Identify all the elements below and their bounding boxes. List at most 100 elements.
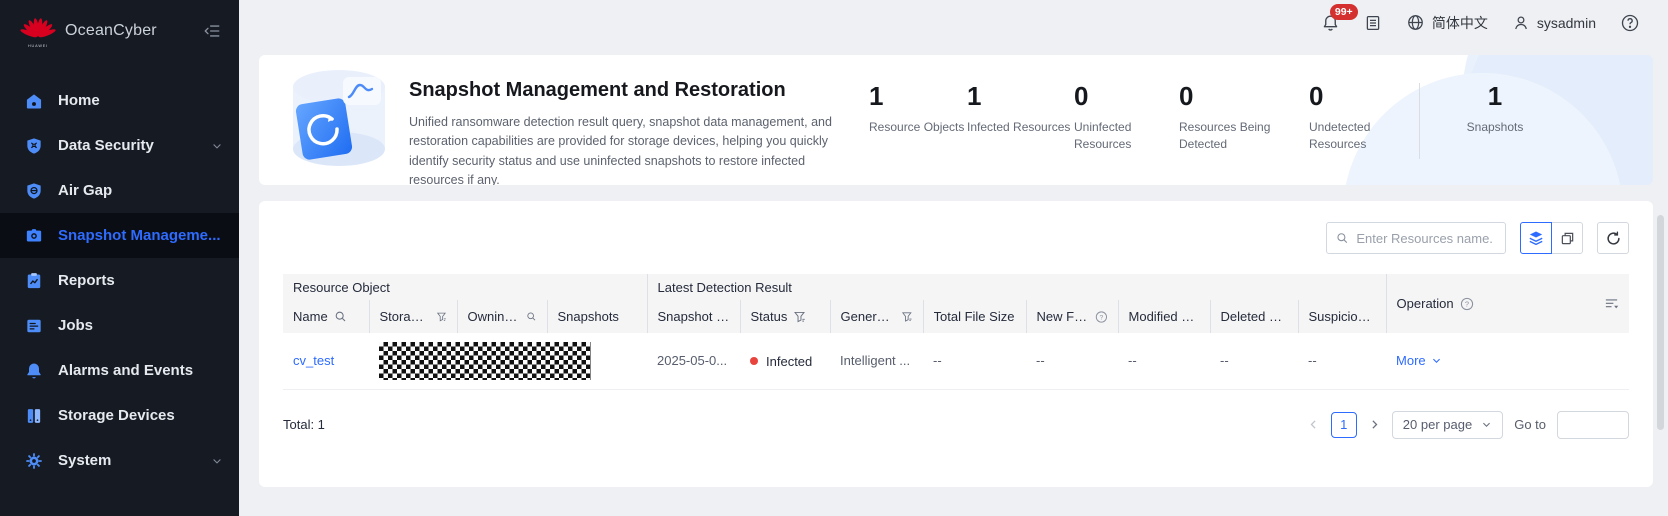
cell-snapshot-generated: 2025-05-0... [647, 333, 740, 389]
table-row: cv_test 2025-05-0... Infected Intelligen… [283, 333, 1629, 389]
collapse-sidebar-icon [203, 22, 221, 40]
stat-value: 0 [1074, 83, 1179, 109]
data-security-shield-icon [24, 136, 44, 156]
view-toggle-group [1520, 222, 1583, 254]
resources-table-card: Resource Object Latest Detection Result … [259, 201, 1653, 487]
sidebar-item-label: System [58, 452, 111, 469]
search-icon[interactable] [526, 310, 537, 323]
column-header-snapshot-generated: Snapshot Ge... [647, 300, 740, 333]
collapse-sidebar-button[interactable] [201, 20, 223, 42]
sidebar-item-home[interactable]: Home [0, 78, 239, 123]
page-scrollbar-thumb[interactable] [1657, 215, 1664, 430]
banner-stats: 1 Resource Objects 1 Infected Resources … [869, 55, 1570, 185]
sidebar-item-jobs[interactable]: Jobs [0, 303, 239, 348]
group-header-latest-detection: Latest Detection Result [647, 274, 1386, 300]
sidebar-item-label: Home [58, 92, 100, 109]
filter-icon[interactable] [793, 310, 806, 323]
column-header-total-file-size: Total File Size [923, 300, 1026, 333]
stat-value: 1 [967, 83, 1074, 109]
user-icon [1512, 14, 1530, 32]
status-label: Infected [766, 354, 812, 369]
refresh-icon [1605, 230, 1622, 247]
stat-undetected-resources: 0 Undetected Resources [1309, 83, 1395, 154]
storage-devices-icon [24, 406, 44, 426]
group-header-resource-object: Resource Object [283, 274, 647, 300]
stat-resource-objects: 1 Resource Objects [869, 83, 967, 136]
username-label: sysadmin [1537, 15, 1596, 31]
globe-icon [1406, 13, 1425, 32]
chevron-down-icon [1431, 355, 1442, 366]
column-header-generation: Generati... [830, 300, 923, 333]
banner-text: Snapshot Management and Restoration Unif… [409, 55, 869, 185]
next-page-button[interactable] [1368, 418, 1381, 431]
cell-total-file-size: -- [923, 333, 1026, 389]
help-circle-icon[interactable]: ? [1095, 310, 1108, 324]
app-root: HUAWEI OceanCyber Home Data S [0, 0, 1668, 516]
page-banner: Snapshot Management and Restoration Unif… [259, 55, 1653, 185]
previous-page-button[interactable] [1307, 418, 1320, 431]
filter-icon[interactable] [436, 310, 447, 323]
column-header-owning: Owning v... [457, 300, 547, 333]
goto-page-input[interactable] [1557, 411, 1629, 439]
sidebar-item-alarms-events[interactable]: Alarms and Events [0, 348, 239, 393]
brand-name: OceanCyber [65, 22, 201, 40]
more-actions-button[interactable]: More [1396, 353, 1442, 368]
column-header-operation: Operation ? [1386, 274, 1629, 333]
banner-illustration [259, 55, 409, 185]
page-description: Unified ransomware detection result quer… [409, 113, 854, 185]
copy-view-button[interactable] [1551, 222, 1583, 254]
language-selector[interactable]: 简体中文 [1406, 13, 1488, 33]
goto-label: Go to [1514, 417, 1546, 432]
cell-status: Infected [740, 333, 830, 389]
stat-value: 1 [1420, 83, 1570, 109]
page-title: Snapshot Management and Restoration [409, 79, 869, 102]
column-header-modified-files: Modified Fil... [1118, 300, 1210, 333]
stat-value: 1 [869, 83, 967, 109]
main-area: 99+ 简体中文 sysadmin [239, 0, 1668, 516]
column-header-name: Name [283, 300, 369, 333]
notifications-button[interactable]: 99+ [1321, 13, 1340, 32]
sidebar-item-reports[interactable]: Reports [0, 258, 239, 303]
help-button[interactable] [1620, 13, 1640, 33]
infected-status-dot [750, 357, 758, 365]
sidebar-item-data-security[interactable]: Data Security [0, 123, 239, 168]
stat-label: Resources Being Detected [1179, 119, 1309, 154]
column-header-deleted-files: Deleted Files... [1210, 300, 1298, 333]
cell-suspicious-files: -- [1298, 333, 1386, 389]
help-circle-icon[interactable]: ? [1460, 297, 1474, 311]
sidebar-item-label: Jobs [58, 317, 93, 334]
search-input[interactable] [1354, 230, 1496, 247]
user-menu[interactable]: sysadmin [1512, 14, 1596, 32]
cell-name: cv_test [283, 333, 369, 389]
page-size-select[interactable]: 20 per page [1392, 411, 1503, 439]
huawei-logo-text: HUAWEI [28, 43, 48, 47]
page-number-button[interactable]: 1 [1331, 412, 1357, 438]
stat-snapshots: 1 Snapshots [1420, 83, 1570, 136]
stat-label: Snapshots [1420, 119, 1570, 136]
refresh-button[interactable] [1597, 222, 1629, 254]
sidebar-item-label: Snapshot Manageme... [58, 227, 221, 244]
layers-view-button[interactable] [1520, 222, 1552, 254]
copy-icon [1560, 231, 1575, 246]
sidebar-item-system[interactable]: System [0, 438, 239, 483]
sidebar-item-snapshot-management[interactable]: Snapshot Manageme... [0, 213, 239, 258]
stat-value: 0 [1179, 83, 1309, 109]
column-header-suspicious-files: Suspicious ... [1298, 300, 1386, 333]
resource-search [1326, 222, 1506, 254]
column-settings-icon[interactable] [1604, 296, 1619, 311]
column-header-storage: Storage ... [369, 300, 457, 333]
document-log-button[interactable] [1364, 14, 1382, 32]
filter-icon[interactable] [901, 310, 913, 323]
alarm-bell-icon [24, 361, 44, 381]
search-icon[interactable] [334, 310, 347, 323]
stat-uninfected-resources: 0 Uninfected Resources [1074, 83, 1179, 154]
huawei-logo: HUAWEI [20, 15, 56, 48]
resource-name-link[interactable]: cv_test [293, 353, 334, 368]
table-toolbar [283, 222, 1629, 254]
sidebar-item-storage-devices[interactable]: Storage Devices [0, 393, 239, 438]
table-group-header-row: Resource Object Latest Detection Result … [283, 274, 1629, 300]
search-icon [1336, 231, 1348, 245]
cell-generation: Intelligent ... [830, 333, 923, 389]
redacted-content [379, 342, 591, 380]
sidebar-item-air-gap[interactable]: Air Gap [0, 168, 239, 213]
